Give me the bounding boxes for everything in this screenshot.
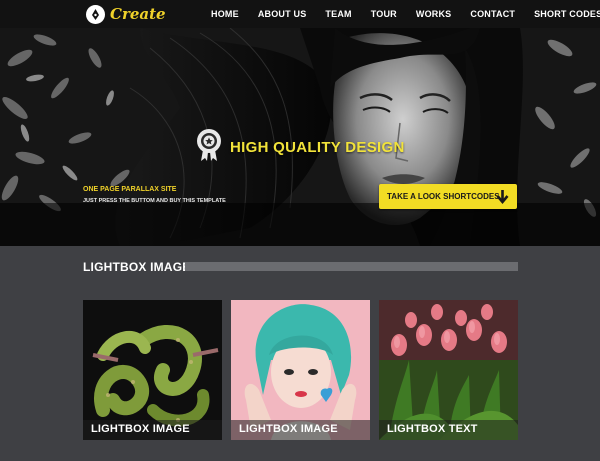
snake-photo [83,300,222,440]
tile-caption: LIGHTBOX TEXT [387,423,478,435]
hero-title-group: HIGH QUALITY DESIGN [196,128,405,167]
portrait-photo [231,300,370,440]
menu-item-home[interactable]: HOME [211,9,239,19]
tile-caption-bar: LIGHTBOX IMAGE [83,420,222,440]
menu-item-team[interactable]: TEAM [325,9,351,19]
shortcodes-cta-button[interactable]: TAKE A LOOK SHORTCODES [379,184,517,209]
menu-item-short-codes[interactable]: SHORT CODES [534,9,600,19]
site-logo[interactable]: Create [86,3,166,25]
tile-caption: LIGHTBOX IMAGE [239,423,338,435]
tile-caption-bar: LIGHTBOX IMAGE [231,420,370,440]
pen-nib-icon [86,4,105,24]
lightbox-tile-3[interactable]: LIGHTBOX TEXT [379,300,518,440]
top-nav: Create HOME ABOUT US TEAM TOUR WORKS CON… [0,0,600,28]
hero-title: HIGH QUALITY DESIGN [230,139,405,156]
tile-caption: LIGHTBOX IMAGE [91,423,190,435]
award-badge-icon [196,128,222,167]
arrow-down-icon [494,188,511,210]
main-menu: HOME ABOUT US TEAM TOUR WORKS CONTACT SH… [211,0,600,28]
menu-item-tour[interactable]: TOUR [371,9,397,19]
tile-caption-bar: LIGHTBOX TEXT [379,420,518,440]
section-divider [185,262,518,271]
logo-text: Create [110,5,166,23]
band-heading: ONE PAGE PARALLAX SITE [83,186,177,193]
tulips-photo [379,300,518,440]
lightbox-tile-2[interactable]: LIGHTBOX IMAGE [231,300,370,440]
lightbox-tile-1[interactable]: LIGHTBOX IMAGE [83,300,222,440]
section-title: LIGHTBOX IMAGES [83,260,199,274]
hero-banner: HIGH QUALITY DESIGN [0,28,600,246]
cta-label: TAKE A LOOK SHORTCODES [387,192,500,201]
menu-item-contact[interactable]: CONTACT [470,9,515,19]
menu-item-about-us[interactable]: ABOUT US [258,9,307,19]
band-subtext: JUST PRESS THE BUTTOM AND BUY THIS TEMPL… [83,198,226,204]
menu-item-works[interactable]: WORKS [416,9,452,19]
